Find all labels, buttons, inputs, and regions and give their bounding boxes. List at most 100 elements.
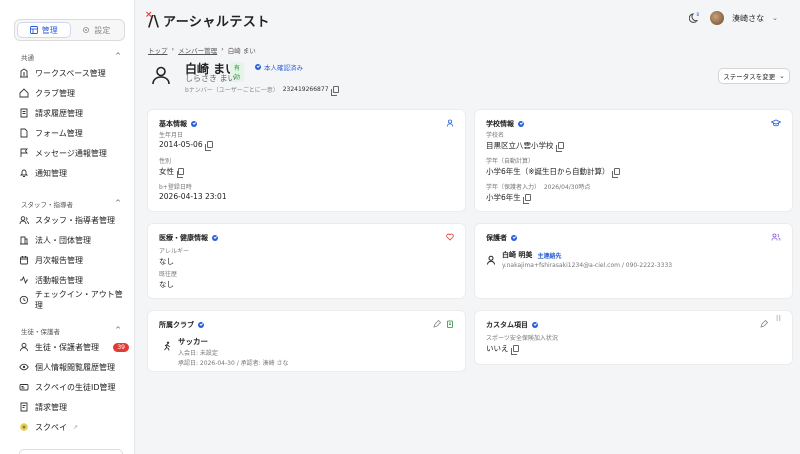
card-title-text: 保護者 [486,234,507,242]
club-enroll-date: 入会日: 未設定 [178,350,218,357]
id-card-icon [19,384,29,391]
copy-icon[interactable] [205,141,213,151]
sidebar-item-label: 個人情報閲覧履歴管理 [35,362,115,372]
manage-tab[interactable]: 管理 [17,22,71,38]
card-title-text: 学校情報 [486,120,514,128]
breadcrumb-top[interactable]: トップ [148,45,168,55]
moon-icon[interactable]: B [688,11,702,25]
sidebar-item-label: メッセージ通報管理 [35,148,107,158]
breadcrumb: トップ › メンバー管理 › 白崎 まい [148,45,256,55]
sidebar-item-notifications[interactable]: 通知管理 [19,166,129,180]
settings-tab[interactable]: 設定 [71,22,123,38]
pay-icon [20,423,28,431]
sidebar-item-skupay-ids[interactable]: スクペイの生徒ID管理 [19,380,129,394]
sidebar-item-label: ワークスペース管理 [35,68,106,78]
section-title: 生徒・保護者 [21,328,60,336]
sidebar-item-monthly-reports[interactable]: 月次報告管理 [19,253,129,267]
sidebar-item-staff[interactable]: スタッフ・指導者管理 [19,213,129,227]
gender-label: 性別 [159,158,172,165]
sidebar-bottom-panel [19,449,123,454]
calendar-icon [20,256,28,265]
school-info-card: 学校情報 学校名 目黒区立八雲小学校 学年（自動計算） 小学6年生（※誕生日から… [474,109,793,212]
change-status-button[interactable]: ステータスを変更 ⌄ [718,68,790,84]
chevron-down-icon[interactable]: ⌄ [772,14,778,22]
grade-guardian-value-text: 小学6年生 [486,193,521,202]
verified-badge: 本人確認済み [255,62,303,72]
count-badge: 39 [113,342,129,352]
school-value-text: 目黒区立八雲小学校 [486,141,554,150]
avatar[interactable] [710,11,725,25]
sidebar-item-label: 生徒・保護者管理 [35,342,99,352]
sidebar-item-forms[interactable]: フォーム管理 [19,126,129,140]
app-logo[interactable]: ×/\ アーシャルテスト [145,10,270,31]
sidebar-item-message-reports[interactable]: メッセージ通報管理 [19,146,129,160]
birth-value: 2014-05-06 [159,140,213,151]
copy-icon[interactable] [556,142,564,152]
sidebar-item-label: 活動報告管理 [35,275,83,285]
app-title: アーシャルテスト [162,15,270,30]
sidebar-item-students[interactable]: 生徒・保護者管理 39 [19,340,129,354]
heart-icon [446,233,454,241]
breadcrumb-members[interactable]: メンバー管理 [178,45,217,55]
user-icon [446,119,454,127]
external-link-icon: ↗ [73,423,79,431]
chevron-up-icon: ^ [115,52,121,60]
verified-check-icon [255,64,261,70]
chevron-right-icon: › [171,45,175,53]
sidebar-item-checkin[interactable]: チェックイン・アウト管理 [19,290,129,310]
sidebar-item-billing-history[interactable]: 請求履歴管理 [19,106,129,120]
sidebar-item-label: 請求履歴管理 [35,108,83,118]
sidebar-item-workspace[interactable]: ワークスペース管理 [19,66,129,80]
verified-check-icon [511,235,517,241]
club-card: 所属クラブ サッカー 入会日: 未設定 承認日: 2026-04-30 / 承認… [147,310,466,372]
sidebar-item-label: フォーム管理 [35,128,83,138]
edit-icon[interactable] [760,320,768,328]
section-staff[interactable]: スタッフ・指導者 ^ [21,199,121,209]
registered-value: 2026-04-13 23:01 [159,192,227,201]
copy-icon[interactable] [331,86,339,96]
copy-icon[interactable] [612,168,620,178]
section-title: 共通 [21,54,34,62]
sidebar-item-label: スクペイの生徒ID管理 [35,382,116,392]
gender-value: 女性 [159,166,184,178]
verified-check-icon [518,121,524,127]
card-title: 医療・健康情報 [159,233,218,243]
club-approval: 承認日: 2026-04-30 / 承認者: 湊崎 さな [178,360,289,367]
club-info: サッカー 入会日: 未設定 承認日: 2026-04-30 / 承認者: 湊崎 … [178,336,288,367]
sidebar-item-organizations[interactable]: 法人・団体管理 [19,233,129,247]
verified-label: 本人確認済み [264,64,303,72]
club-row[interactable]: サッカー 入会日: 未設定 承認日: 2026-04-30 / 承認者: 湊崎 … [162,336,288,367]
copy-icon[interactable] [523,194,531,204]
home-icon [19,88,29,98]
drag-handle-icon[interactable]: ⁝⁝ [776,315,781,323]
user-name[interactable]: 湊崎さな [732,13,764,24]
section-students[interactable]: 生徒・保護者 ^ [21,326,121,336]
invoice-icon [20,402,28,412]
grade-auto-label: 学年（自動計算） [486,158,535,165]
settings-tab-label: 設定 [94,25,111,35]
custom-field-label: スポーツ安全保険加入状況 [486,335,558,342]
sidebar-item-label: 請求管理 [35,402,67,412]
edit-icon[interactable] [433,320,441,328]
guardian-row[interactable]: 白崎 明美 主連絡先 y.nakajima+fshirasaki1234@a-c… [486,250,672,269]
custom-field-value-text: いいえ [486,344,509,353]
sidebar-item-label: スクペイ [35,422,67,432]
section-common[interactable]: 共通 ^ [21,52,121,62]
sidebar-item-activity-reports[interactable]: 活動報告管理 [19,273,129,287]
primary-contact-tag: 主連絡先 [537,252,562,260]
sidebar-item-privacy-log[interactable]: 個人情報閲覧履歴管理 [19,360,129,374]
sidebar-item-skupay[interactable]: スクペイ ↗ [19,420,129,434]
registered-label: b+登録日時 [159,184,192,191]
copy-icon[interactable] [511,345,519,355]
sidebar-item-club[interactable]: クラブ管理 [19,86,129,100]
user-icon [20,342,28,352]
verified-check-icon [191,121,197,127]
sidebar-item-billing[interactable]: 請求管理 [19,400,129,414]
grade-guardian-value: 小学6年生 [486,192,531,204]
chevron-up-icon: ^ [115,199,121,207]
school-value: 目黒区立八雲小学校 [486,140,564,152]
card-title-text: 医療・健康情報 [159,234,208,242]
copy-icon[interactable] [176,168,184,178]
sidebar-item-label: スタッフ・指導者管理 [35,215,115,225]
club-name: サッカー [178,337,208,346]
